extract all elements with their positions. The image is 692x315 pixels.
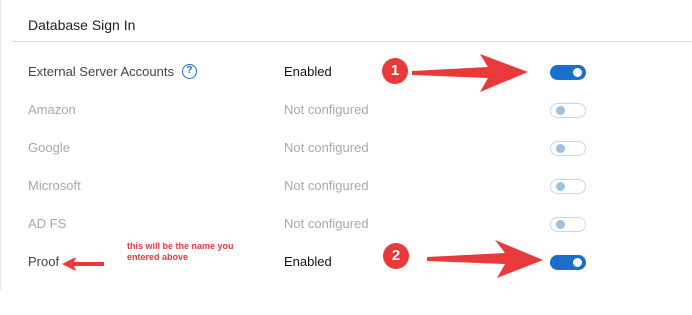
annotation-note: this will be the name you entered above — [127, 241, 234, 262]
row-external-server-accounts: External Server Accounts? Enabled — [0, 53, 692, 91]
toggle-microsoft[interactable] — [550, 179, 586, 194]
toggle-proof[interactable] — [550, 255, 586, 270]
row-name: External Server Accounts? — [28, 53, 197, 91]
row-ad-fs: AD FS Not configured — [0, 205, 692, 243]
row-status: Not configured — [284, 178, 369, 193]
row-status: Not configured — [284, 216, 369, 231]
toggle-google[interactable] — [550, 141, 586, 156]
toggle-knob — [556, 220, 565, 229]
row-status: Enabled — [284, 254, 332, 269]
annotation-arrow-proof — [62, 257, 104, 271]
toggle-external-server-accounts[interactable] — [550, 65, 586, 80]
row-amazon: Amazon Not configured — [0, 91, 692, 129]
toggle-knob — [573, 68, 582, 77]
row-label: Amazon — [28, 102, 76, 117]
toggle-amazon[interactable] — [550, 103, 586, 118]
row-status: Not configured — [284, 102, 369, 117]
row-label: Proof — [28, 254, 60, 269]
section-divider — [12, 41, 692, 42]
annotation-badge-1: 1 — [382, 58, 408, 84]
question-circle-icon[interactable]: ? — [181, 64, 197, 80]
row-google: Google Not configured — [0, 129, 692, 167]
row-label: AD FS — [28, 216, 67, 231]
row-label: External Server Accounts — [28, 64, 174, 79]
row-status: Not configured — [284, 140, 369, 155]
annotation-badge-2: 2 — [383, 243, 409, 269]
annotation-arrow-2 — [427, 240, 543, 278]
toggle-knob — [556, 144, 565, 153]
annotation-arrow-1 — [412, 54, 528, 92]
row-microsoft: Microsoft Not configured — [0, 167, 692, 205]
toggle-knob — [556, 106, 565, 115]
database-sign-in-panel: Database Sign In External Server Account… — [0, 0, 692, 315]
row-label: Google — [28, 140, 70, 155]
toggle-ad-fs[interactable] — [550, 217, 586, 232]
row-status: Enabled — [284, 64, 332, 79]
toggle-knob — [573, 258, 582, 267]
row-label: Microsoft — [28, 178, 81, 193]
section-title: Database Sign In — [28, 17, 136, 33]
toggle-knob — [556, 182, 565, 191]
